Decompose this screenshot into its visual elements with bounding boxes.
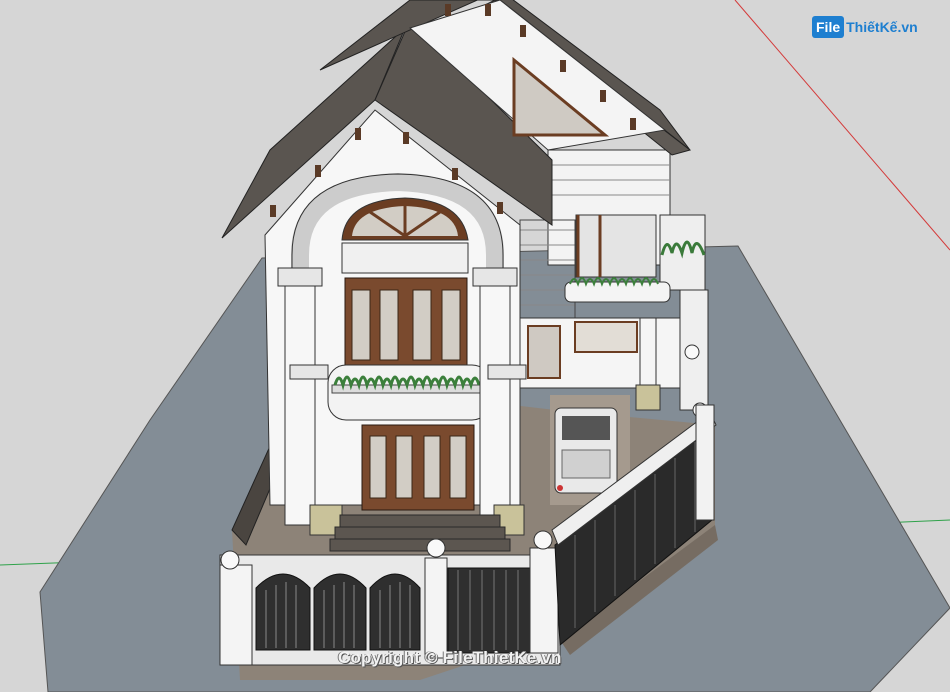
brand-logo-mark: File xyxy=(812,16,845,38)
brand-logo-text: ThiếtKế.vn xyxy=(846,19,918,35)
rear-wing-window-upper xyxy=(575,214,657,278)
3d-model-viewport[interactable] xyxy=(0,0,950,692)
fence-arched-gates xyxy=(255,573,421,651)
porch-steps xyxy=(329,514,511,552)
upper-transom xyxy=(341,242,469,274)
ground-floor-rear-window xyxy=(527,325,561,379)
copyright-watermark: Copyright © FileThietKe.vn xyxy=(338,648,562,667)
brand-logo: File ThiếtKế.vn xyxy=(812,12,918,42)
rear-column xyxy=(639,317,657,389)
ground-floor-rear-door xyxy=(574,321,638,353)
right-fence-pillar xyxy=(695,404,715,521)
parked-car xyxy=(554,407,618,494)
rear-column-base xyxy=(635,384,661,411)
